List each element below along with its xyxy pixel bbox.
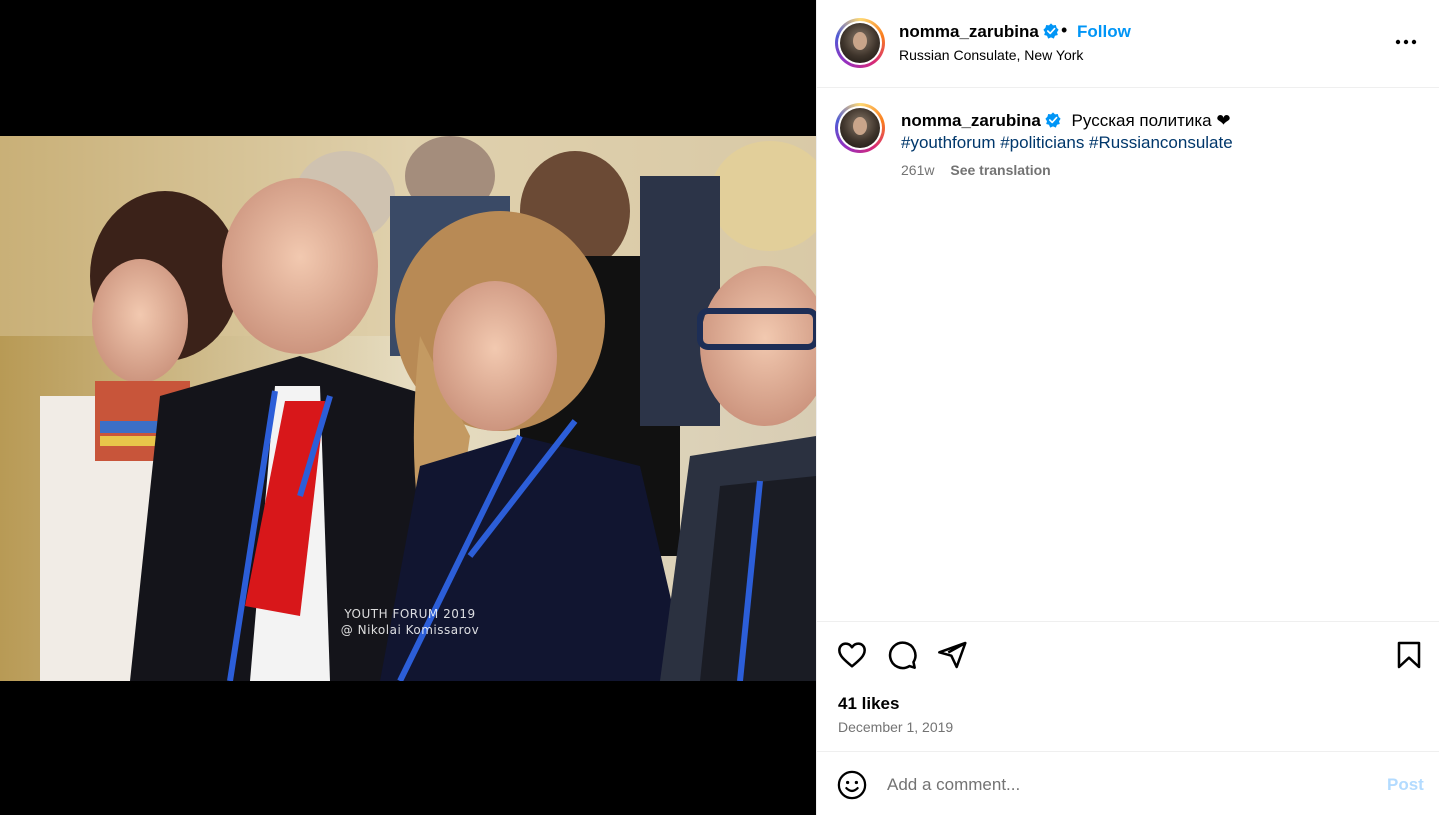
caption-section: nomma_zarubina Русская политика ❤ #youth…: [817, 88, 1439, 622]
comment-box: Post: [817, 753, 1439, 815]
post-date: December 1, 2019: [838, 719, 954, 735]
photo-illustration: [0, 136, 816, 681]
verified-badge-icon: [1043, 23, 1059, 39]
media-area: YOUTH FORUM 2019 @ Nikolai Komissarov: [0, 0, 816, 815]
caption-body: Русская политика ❤: [1071, 111, 1231, 130]
username-text[interactable]: nomma_zarubina: [899, 22, 1039, 41]
send-icon[interactable]: [936, 639, 968, 671]
post-location[interactable]: Russian Consulate, New York: [899, 47, 1083, 63]
post-header: nomma_zarubina • Follow Russian Consulat…: [817, 0, 1439, 88]
post-viewer: YOUTH FORUM 2019 @ Nikolai Komissarov no…: [0, 0, 1439, 815]
comment-icon[interactable]: [886, 639, 918, 671]
avatar-image: [840, 23, 880, 63]
smiley-icon[interactable]: [837, 770, 867, 800]
comment-input[interactable]: [887, 771, 1367, 799]
header-avatar[interactable]: [835, 18, 885, 68]
separator-dot: •: [1061, 20, 1068, 40]
follow-button[interactable]: Follow: [1077, 22, 1131, 42]
likes-count[interactable]: 41 likes: [838, 694, 899, 714]
post-side-panel: nomma_zarubina • Follow Russian Consulat…: [816, 0, 1439, 815]
caption-hashtags[interactable]: #youthforum #politicians #Russianconsula…: [901, 133, 1233, 152]
caption-username[interactable]: nomma_zarubina: [901, 111, 1041, 130]
post-photo[interactable]: YOUTH FORUM 2019 @ Nikolai Komissarov: [0, 136, 816, 681]
post-comment-button[interactable]: Post: [1387, 775, 1424, 795]
action-bar: 41 likes December 1, 2019: [817, 622, 1439, 752]
avatar-image: [840, 108, 880, 148]
caption-avatar[interactable]: [835, 103, 885, 153]
heart-icon[interactable]: [836, 639, 868, 671]
caption-meta: 261w See translation: [901, 162, 1051, 178]
post-age[interactable]: 261w: [901, 162, 934, 178]
watermark-title: YOUTH FORUM 2019: [344, 607, 476, 621]
photo-watermark: YOUTH FORUM 2019 @ Nikolai Komissarov: [340, 606, 480, 638]
caption-text: nomma_zarubina Русская политика ❤ #youth…: [901, 110, 1421, 154]
bookmark-icon[interactable]: [1393, 639, 1425, 671]
verified-badge-icon: [1045, 112, 1061, 128]
watermark-credit: @ Nikolai Komissarov: [340, 623, 480, 637]
more-options-icon[interactable]: [1391, 30, 1421, 54]
see-translation-button[interactable]: See translation: [950, 162, 1050, 178]
header-username[interactable]: nomma_zarubina: [899, 22, 1059, 42]
